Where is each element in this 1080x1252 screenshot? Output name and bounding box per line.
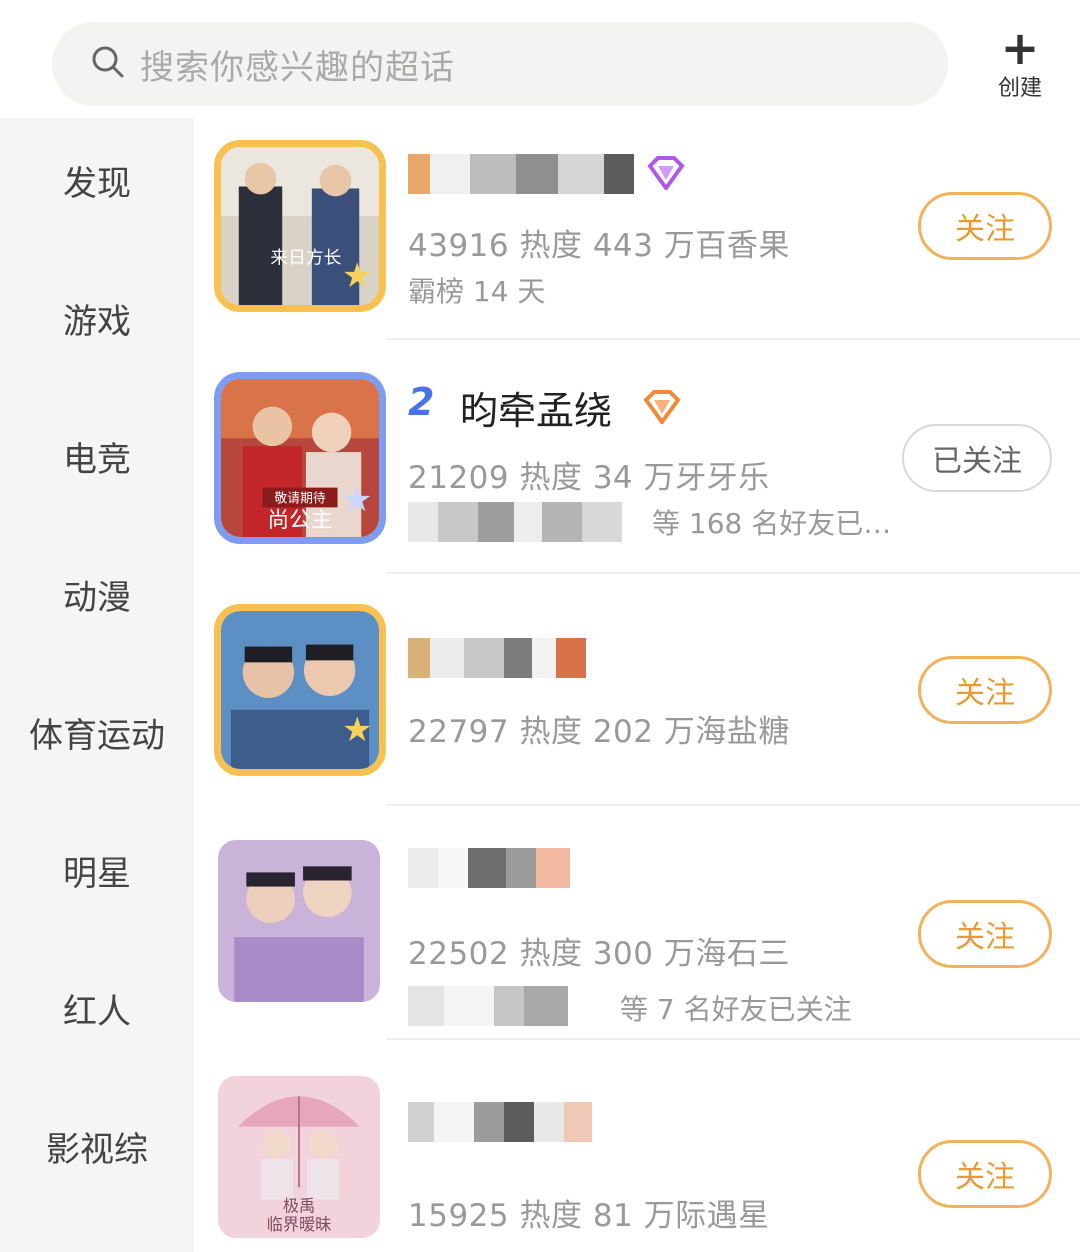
- topic-name-blurred: [408, 846, 570, 890]
- category-sports[interactable]: 体育运动: [0, 708, 194, 757]
- friends-following-text: 等 168 名好友已…: [652, 507, 892, 540]
- gem-badge-icon: [643, 390, 681, 424]
- topic-name: 昀牵孟绕: [460, 389, 613, 433]
- category-esports[interactable]: 电竞: [0, 432, 194, 481]
- topic-avatar[interactable]: [218, 840, 380, 1002]
- topic-stats: 21209 热度 34 万牙牙乐: [408, 460, 770, 496]
- search-icon: [90, 44, 126, 84]
- topic-row[interactable]: 敬请期待 尚公主 ★ 2 昀牵孟绕 21209 热度 34 万牙牙乐 等 168…: [194, 340, 1080, 572]
- topic-name-blurred: [408, 636, 586, 680]
- category-anime[interactable]: 动漫: [0, 570, 194, 619]
- topic-row[interactable]: ★ 22797 热度 202 万海盐糖 关注: [194, 574, 1080, 804]
- topic-stats: 22797 热度 202 万海盐糖: [408, 714, 790, 750]
- topic-row[interactable]: 来日方长 ★ 43916 热度 443 万百香果 霸榜 14 天 关注: [194, 118, 1080, 340]
- topic-stats: 43916 热度 443 万百香果: [408, 228, 790, 264]
- follow-button[interactable]: 关注: [918, 192, 1052, 260]
- search-bar[interactable]: 搜索你感兴趣的超话: [52, 22, 948, 106]
- category-film-tv[interactable]: 影视综: [0, 1122, 194, 1171]
- topic-name-blurred: [408, 1100, 592, 1144]
- create-label: 创建: [997, 76, 1042, 101]
- topic-list: 来日方长 ★ 43916 热度 443 万百香果 霸榜 14 天 关注 敬请期待…: [194, 118, 1080, 1252]
- followed-button[interactable]: 已关注: [902, 424, 1052, 492]
- topic-row[interactable]: 极禹 临界暧昧 15925 热度 81 万际遇星 关注: [194, 1040, 1080, 1252]
- friends-avatars-blurred: [408, 984, 568, 1028]
- star-icon: ★: [342, 256, 373, 296]
- category-influencers[interactable]: 红人: [0, 984, 194, 1033]
- follow-button[interactable]: 关注: [918, 656, 1052, 724]
- search-placeholder: 搜索你感兴趣的超话: [140, 47, 455, 88]
- friends-following-text: 等 7 名好友已关注: [620, 993, 852, 1026]
- category-sidebar: 发现 游戏 电竞 动漫 体育运动 明星 红人 影视综: [0, 118, 194, 1252]
- rank-badge: 2: [408, 380, 435, 424]
- avatar-text: 临界暧昧: [267, 1215, 332, 1234]
- avatar-text: 尚公主: [267, 508, 332, 533]
- plus-icon: +: [1000, 21, 1040, 75]
- star-icon: ★: [342, 710, 373, 750]
- follow-button[interactable]: 关注: [918, 1140, 1052, 1208]
- category-stars[interactable]: 明星: [0, 846, 194, 895]
- star-icon: ★: [342, 480, 373, 520]
- topic-avatar[interactable]: 极禹 临界暧昧: [218, 1076, 380, 1238]
- topic-meta: 霸榜 14 天: [408, 275, 546, 308]
- topic-avatar[interactable]: [214, 604, 386, 776]
- topic-row[interactable]: 22502 热度 300 万海石三 等 7 名好友已关注 关注: [194, 806, 1080, 1038]
- friends-avatars-blurred: [408, 500, 622, 544]
- gem-badge-icon: [647, 156, 685, 190]
- topic-stats: 22502 热度 300 万海石三: [408, 936, 790, 972]
- topic-name-blurred: [408, 152, 634, 196]
- topic-stats: 15925 热度 81 万际遇星: [408, 1198, 770, 1234]
- category-discover[interactable]: 发现: [0, 156, 194, 205]
- avatar-text: 来日方长: [270, 248, 341, 269]
- follow-button[interactable]: 关注: [918, 900, 1052, 968]
- avatar-text: 敬请期待: [274, 490, 325, 506]
- category-games[interactable]: 游戏: [0, 294, 194, 343]
- avatar-text: 极禹: [283, 1197, 315, 1216]
- create-button[interactable]: + 创建: [988, 21, 1052, 101]
